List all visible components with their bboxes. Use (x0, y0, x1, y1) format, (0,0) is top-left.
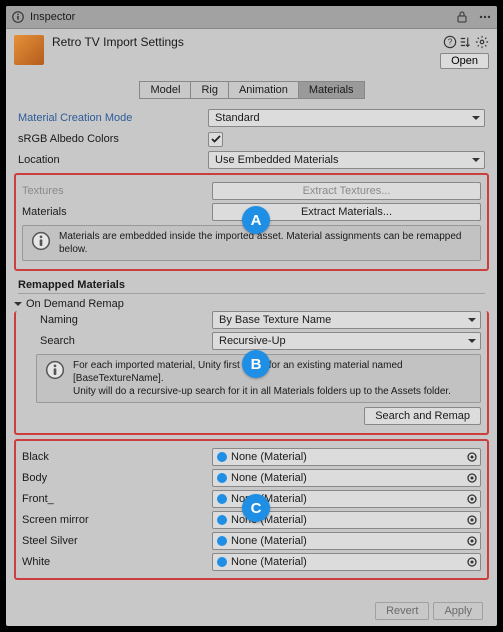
object-indicator-icon (217, 473, 227, 483)
mcm-label: Material Creation Mode (18, 112, 208, 124)
header: Retro TV Import Settings ? Open (6, 29, 497, 75)
object-indicator-icon (217, 515, 227, 525)
inspector-window: Inspector Retro TV Import Settings ? Ope… (0, 0, 503, 632)
loc-label: Location (18, 154, 208, 166)
slot-label: Front_ (22, 493, 212, 505)
slot-label: Black (22, 451, 212, 463)
callout-a: A (242, 206, 270, 234)
callout-b: B (242, 350, 270, 378)
slot-label: Body (22, 472, 212, 484)
slot-label: Screen mirror (22, 514, 212, 526)
slot-value: None (Material) (231, 535, 307, 547)
info-icon (12, 11, 24, 23)
apply-button[interactable]: Apply (433, 602, 483, 620)
mcm-dropdown[interactable]: Standard (208, 109, 485, 127)
slot-value: None (Material) (231, 472, 307, 484)
object-indicator-icon (217, 452, 227, 462)
slot-value: None (Material) (231, 556, 307, 568)
search-and-remap-button[interactable]: Search and Remap (364, 407, 481, 425)
material-slot[interactable]: None (Material) (212, 553, 481, 571)
object-indicator-icon (217, 494, 227, 504)
svg-text:?: ? (448, 38, 453, 47)
foldout-icon (14, 302, 22, 310)
object-picker-icon[interactable] (466, 556, 478, 568)
preset-icon[interactable] (459, 35, 473, 49)
material-slot[interactable]: None (Material) (212, 532, 481, 550)
object-indicator-icon (217, 536, 227, 546)
info-icon (45, 360, 65, 380)
lock-icon[interactable] (457, 11, 467, 23)
callout-c: C (242, 494, 270, 522)
check-icon (211, 134, 221, 144)
help-icon[interactable]: ? (443, 35, 457, 49)
object-picker-icon[interactable] (466, 451, 478, 463)
material-slot[interactable]: None (Material) (212, 448, 481, 466)
tab-animation[interactable]: Animation (228, 81, 299, 99)
revert-button[interactable]: Revert (375, 602, 429, 620)
tab-rig[interactable]: Rig (190, 81, 229, 99)
gear-icon[interactable] (475, 35, 489, 49)
object-picker-icon[interactable] (466, 472, 478, 484)
srgb-label: sRGB Albedo Colors (18, 133, 208, 145)
naming-label: Naming (22, 314, 212, 326)
extract-textures-button: Extract Textures... (212, 182, 481, 200)
menu-icon[interactable] (479, 11, 491, 23)
on-demand-remap-foldout[interactable]: On Demand Remap (14, 298, 485, 310)
slot-label: Steel Silver (22, 535, 212, 547)
asset-title: Retro TV Import Settings (52, 35, 184, 49)
object-picker-icon[interactable] (466, 514, 478, 526)
search-dropdown[interactable]: Recursive-Up (212, 332, 481, 350)
slot-value: None (Material) (231, 451, 307, 463)
window-title: Inspector (30, 11, 75, 23)
srgb-checkbox[interactable] (208, 132, 223, 147)
object-picker-icon[interactable] (466, 493, 478, 505)
remapped-materials-header: Remapped Materials (18, 275, 485, 294)
titlebar: Inspector (6, 6, 497, 29)
footer: Revert Apply (375, 602, 483, 620)
textures-label: Textures (22, 185, 212, 197)
open-button[interactable]: Open (440, 53, 489, 69)
naming-dropdown[interactable]: By Base Texture Name (212, 311, 481, 329)
material-slot[interactable]: None (Material) (212, 469, 481, 487)
info-icon (31, 231, 51, 251)
loc-dropdown[interactable]: Use Embedded Materials (208, 151, 485, 169)
object-picker-icon[interactable] (466, 535, 478, 547)
tab-materials[interactable]: Materials (298, 81, 365, 99)
search-label: Search (22, 335, 212, 347)
slot-value: None (Material) (231, 514, 307, 526)
tabs: Model Rig Animation Materials (6, 81, 497, 99)
materials-label: Materials (22, 206, 212, 218)
object-indicator-icon (217, 557, 227, 567)
tab-model[interactable]: Model (139, 81, 191, 99)
slot-label: White (22, 556, 212, 568)
asset-icon (14, 35, 44, 65)
